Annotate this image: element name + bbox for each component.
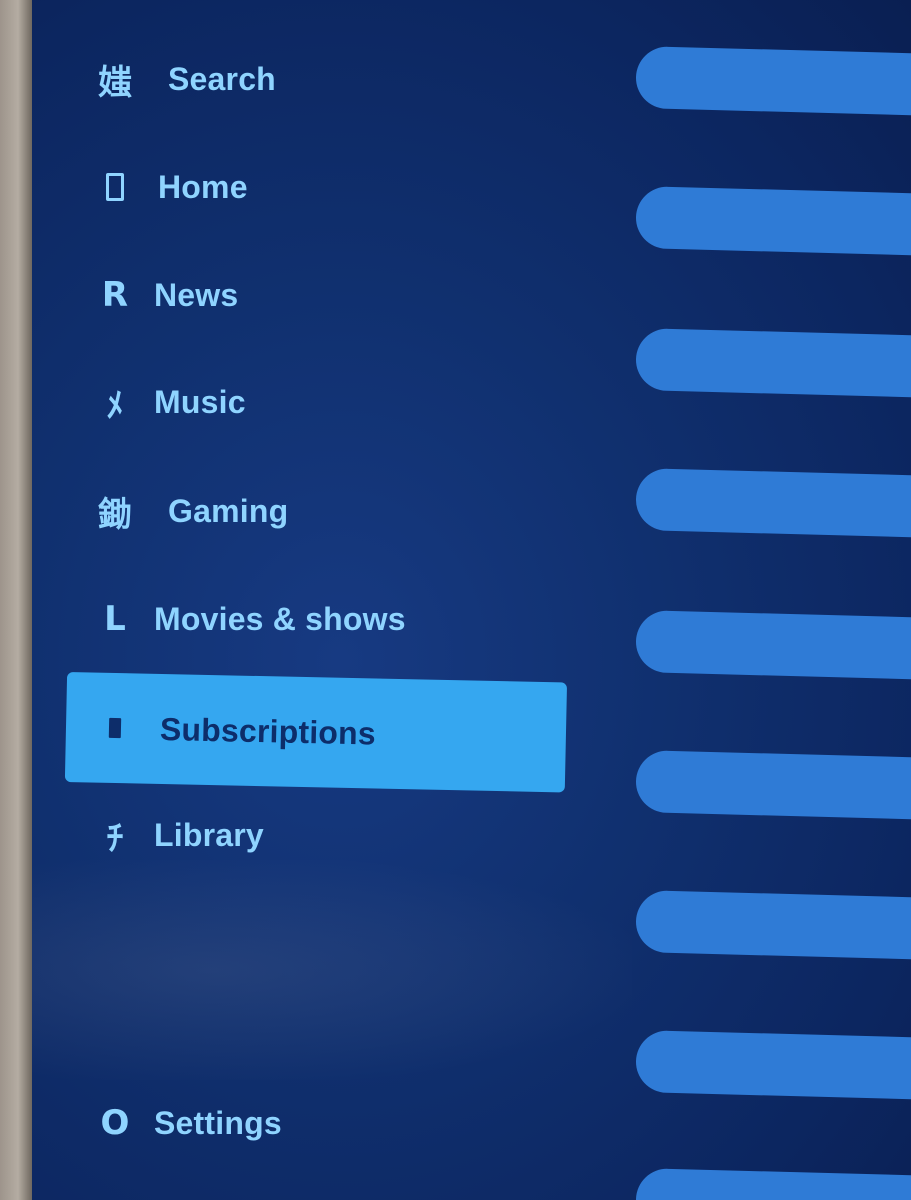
content-placeholder bbox=[635, 890, 911, 961]
nav-label-settings: Settings bbox=[154, 1104, 282, 1141]
nav-item-library[interactable]: ﾁ Library bbox=[90, 802, 560, 868]
nav-item-search[interactable]: 媸 Search bbox=[90, 46, 560, 112]
nav-label-subscriptions: Subscriptions bbox=[159, 710, 377, 751]
subscriptions-icon bbox=[90, 717, 140, 739]
nav-label-home: Home bbox=[158, 168, 248, 205]
content-placeholder bbox=[635, 1030, 911, 1101]
nav-label-music: Music bbox=[154, 383, 246, 420]
content-placeholder bbox=[635, 468, 911, 539]
nav-item-home[interactable]: Home bbox=[90, 154, 560, 220]
home-icon bbox=[90, 173, 140, 201]
content-placeholder bbox=[635, 186, 911, 257]
nav-item-settings[interactable]: O Settings bbox=[90, 1090, 560, 1156]
movies-icon: L bbox=[104, 599, 126, 639]
content-placeholder bbox=[635, 46, 911, 117]
nav-label-gaming: Gaming bbox=[168, 492, 289, 529]
nav-item-gaming[interactable]: 鋤 Gaming bbox=[90, 478, 560, 544]
news-icon: R bbox=[101, 275, 129, 315]
screen-reflection bbox=[32, 860, 632, 1080]
settings-icon: O bbox=[100, 1103, 130, 1143]
nav-label-search: Search bbox=[168, 60, 276, 97]
tv-screen: 媸 Search Home R News ﾒ Music 鋤 Gaming L … bbox=[32, 0, 911, 1200]
music-icon: ﾒ bbox=[106, 385, 124, 426]
content-placeholder bbox=[635, 750, 911, 821]
nav-item-news[interactable]: R News bbox=[90, 262, 560, 328]
content-placeholder bbox=[635, 1168, 911, 1200]
nav-item-movies-shows[interactable]: L Movies & shows bbox=[90, 586, 560, 652]
gaming-icon: 鋤 bbox=[98, 494, 132, 535]
nav-label-news: News bbox=[154, 276, 239, 313]
search-icon: 媸 bbox=[98, 62, 132, 103]
library-icon: ﾁ bbox=[106, 818, 124, 859]
nav-item-subscriptions[interactable]: Subscriptions bbox=[64, 672, 568, 793]
nav-label-movies-shows: Movies & shows bbox=[154, 600, 406, 637]
content-placeholder bbox=[635, 328, 911, 399]
nav-item-music[interactable]: ﾒ Music bbox=[90, 369, 560, 435]
content-placeholder bbox=[635, 610, 911, 681]
nav-label-library: Library bbox=[154, 816, 264, 853]
